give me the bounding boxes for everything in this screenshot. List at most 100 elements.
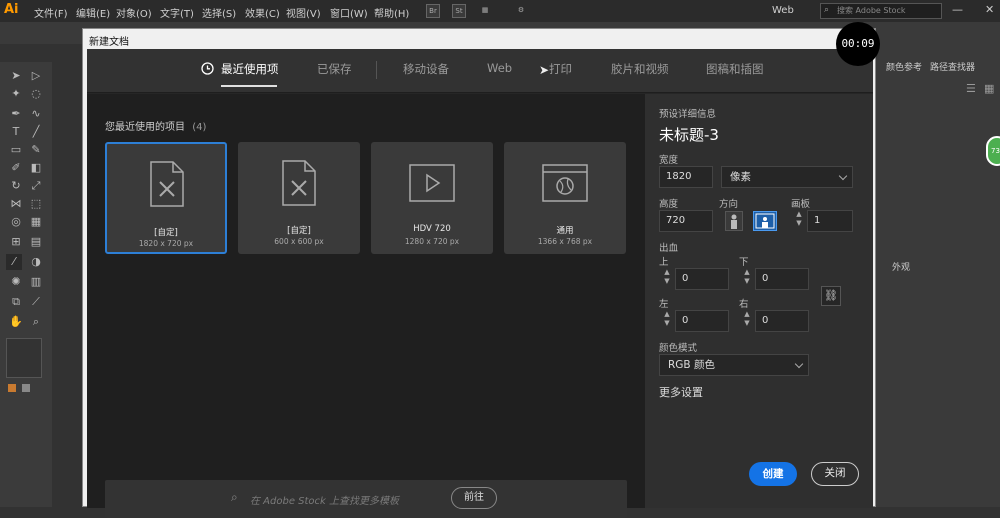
preset-card-hdv720[interactable]: HDV 720 1280 x 720 px: [371, 142, 493, 254]
stock-search-input[interactable]: 在 Adobe Stock 上查找更多模板: [250, 492, 399, 507]
shaper-tool-icon[interactable]: ✐: [8, 160, 24, 176]
tab-film-video[interactable]: 胶片和视频: [611, 61, 669, 77]
close-button[interactable]: 关闭: [811, 462, 859, 486]
preset-category-tabs: 最近使用项 已保存 移动设备 Web 打印 胶片和视频 图稿和插图 ➤: [87, 49, 873, 93]
color-mode-select[interactable]: RGB 颜色: [659, 354, 809, 376]
close-window-icon[interactable]: ✕: [985, 3, 994, 16]
tab-saved[interactable]: 已保存: [317, 61, 352, 77]
gradient-mode-icon[interactable]: [22, 384, 30, 392]
link-bleed-icon[interactable]: ⛓: [821, 286, 841, 306]
list-view-icon[interactable]: ☰: [966, 82, 976, 95]
units-value: 像素: [730, 171, 751, 183]
bleed-bottom-input[interactable]: 0: [755, 268, 809, 290]
bleed-right-stepper[interactable]: ▲ ▼: [741, 310, 753, 328]
arrange-icon[interactable]: ▦: [478, 4, 492, 18]
width-tool-icon[interactable]: ⋈: [8, 196, 24, 212]
tab-print[interactable]: 打印: [549, 61, 572, 77]
lasso-tool-icon[interactable]: ◌: [28, 86, 44, 102]
slice-tool-icon[interactable]: ⟋: [28, 294, 44, 310]
gpu-icon[interactable]: ⚙: [514, 4, 528, 18]
menu-select[interactable]: 选择(S): [202, 5, 236, 20]
recording-timer: 00:09: [836, 22, 880, 66]
column-graph-tool-icon[interactable]: ▥: [28, 274, 44, 290]
menu-view[interactable]: 视图(V): [286, 5, 321, 20]
bridge-button[interactable]: Br: [426, 4, 440, 18]
bleed-bottom-stepper[interactable]: ▲ ▼: [741, 268, 753, 286]
tab-appearance[interactable]: 外观: [892, 260, 910, 273]
preset-card-general[interactable]: 通用 1366 x 768 px: [504, 142, 626, 254]
preset-size: 1280 x 720 px: [404, 237, 460, 246]
preset-size: 1820 x 720 px: [138, 239, 194, 248]
stock-search-input[interactable]: 搜索 Adobe Stock: [820, 3, 942, 19]
eraser-tool-icon[interactable]: ◧: [28, 160, 44, 176]
bleed-top-input[interactable]: 0: [675, 268, 729, 290]
hand-tool-icon[interactable]: ✋: [8, 314, 24, 330]
tab-web[interactable]: Web: [487, 61, 512, 75]
landscape-orientation-button[interactable]: [753, 211, 777, 231]
color-mode-icon[interactable]: [8, 384, 16, 392]
search-icon: ⌕: [824, 5, 830, 15]
preset-size: 600 x 600 px: [274, 237, 324, 246]
zoom-tool-icon[interactable]: ⌕: [28, 314, 44, 330]
document-name-input[interactable]: 未标题-3: [659, 124, 719, 145]
artboards-stepper[interactable]: ▲ ▼: [793, 210, 805, 228]
pen-tool-icon[interactable]: ✒: [8, 106, 24, 122]
menu-type[interactable]: 文字(T): [160, 5, 194, 20]
gradient-tool-icon[interactable]: ▤: [28, 234, 44, 250]
curvature-tool-icon[interactable]: ∿: [28, 106, 44, 122]
fill-stroke-swatches[interactable]: [6, 338, 42, 378]
paintbrush-tool-icon[interactable]: ✎: [28, 142, 44, 158]
magic-wand-tool-icon[interactable]: ✦: [8, 86, 24, 102]
bleed-left-input[interactable]: 0: [675, 310, 729, 332]
menu-object[interactable]: 对象(O): [116, 5, 152, 20]
free-transform-tool-icon[interactable]: ⬚: [28, 196, 44, 212]
width-input[interactable]: 1820: [659, 166, 713, 188]
scale-tool-icon[interactable]: ⤢: [28, 178, 44, 194]
tab-pathfinder[interactable]: 路径查找器: [930, 60, 975, 73]
rectangle-tool-icon[interactable]: ▭: [8, 142, 24, 158]
shape-builder-tool-icon[interactable]: ◎: [8, 214, 24, 230]
menu-edit[interactable]: 编辑(E): [76, 5, 110, 20]
rotate-tool-icon[interactable]: ↻: [8, 178, 24, 194]
preset-card-custom-600[interactable]: [自定] 600 x 600 px: [238, 142, 360, 254]
blend-tool-icon[interactable]: ◑: [28, 254, 44, 270]
bleed-top-stepper[interactable]: ▲ ▼: [661, 268, 673, 286]
grid-view-icon[interactable]: ▦: [984, 82, 994, 95]
symbol-sprayer-tool-icon[interactable]: ✺: [8, 274, 24, 290]
perspective-grid-tool-icon[interactable]: ▦: [28, 214, 44, 230]
preset-name: [自定]: [287, 226, 311, 236]
tab-mobile[interactable]: 移动设备: [403, 61, 449, 77]
recent-items-heading: 您最近使用的项目 (4): [105, 118, 206, 133]
mesh-tool-icon[interactable]: ⊞: [8, 234, 24, 250]
line-tool-icon[interactable]: ╱: [28, 124, 44, 140]
menu-effect[interactable]: 效果(C): [245, 5, 280, 20]
stock-button[interactable]: St: [452, 4, 466, 18]
menu-help[interactable]: 帮助(H): [374, 5, 409, 20]
preset-card-custom-1820[interactable]: [自定] 1820 x 720 px: [105, 142, 227, 254]
artboard-tool-icon[interactable]: ⧉: [8, 294, 24, 310]
menu-bar: Ai 文件(F) 编辑(E) 对象(O) 文字(T) 选择(S) 效果(C) 视…: [0, 0, 1000, 22]
minimize-icon[interactable]: —: [952, 3, 963, 16]
tab-recent[interactable]: 最近使用项: [221, 61, 279, 77]
eyedropper-tool-icon[interactable]: ⁄: [6, 254, 22, 270]
portrait-orientation-button[interactable]: [725, 211, 743, 231]
bleed-right-input[interactable]: 0: [755, 310, 809, 332]
bleed-left-stepper[interactable]: ▲ ▼: [661, 310, 673, 328]
menu-window[interactable]: 窗口(W): [330, 5, 368, 20]
type-tool-icon[interactable]: T: [8, 124, 24, 140]
artboards-input[interactable]: 1: [807, 210, 853, 232]
workspace-switcher[interactable]: Web: [772, 5, 794, 16]
height-input[interactable]: 720: [659, 210, 713, 232]
tab-color-guide[interactable]: 颜色参考: [886, 60, 922, 73]
preset-name: [自定]: [154, 228, 178, 238]
portrait-icon: [731, 214, 737, 229]
tab-art-illustration[interactable]: 图稿和插图: [706, 61, 764, 77]
go-button[interactable]: 前往: [451, 487, 497, 509]
orientation-label: 方向: [719, 199, 739, 210]
menu-file[interactable]: 文件(F): [34, 5, 68, 20]
selection-tool-icon[interactable]: ➤: [8, 68, 24, 84]
more-settings-button[interactable]: 更多设置: [659, 384, 703, 400]
create-button[interactable]: 创建: [749, 462, 797, 486]
direct-selection-tool-icon[interactable]: ▷: [28, 68, 44, 84]
units-select[interactable]: 像素: [721, 166, 853, 188]
